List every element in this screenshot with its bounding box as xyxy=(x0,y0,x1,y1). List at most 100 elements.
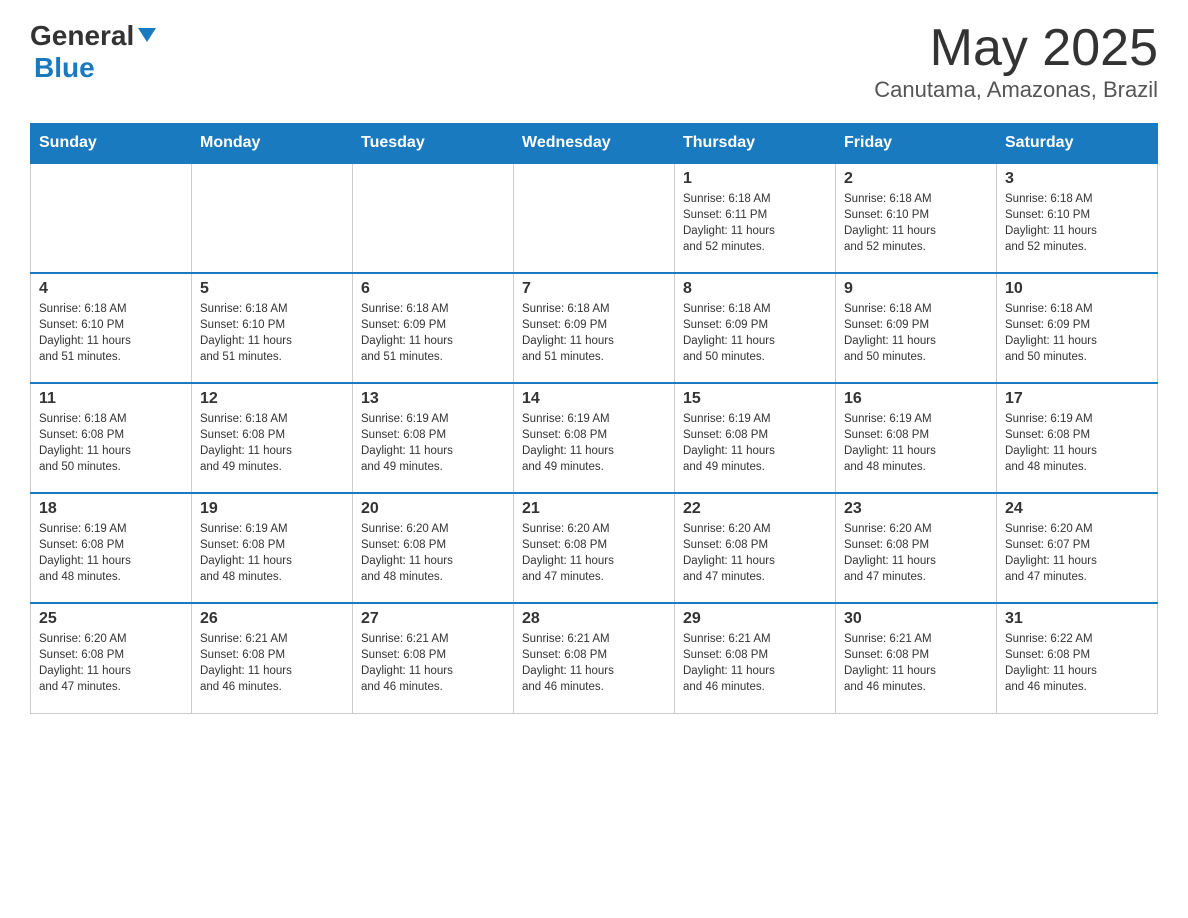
day-number: 15 xyxy=(683,390,827,408)
calendar-week-row: 4 Sunrise: 6:18 AM Sunset: 6:10 PM Daylig… xyxy=(31,273,1158,383)
calendar-cell xyxy=(192,163,353,273)
calendar-header: SundayMondayTuesdayWednesdayThursdayFrid… xyxy=(31,124,1158,164)
day-number: 22 xyxy=(683,500,827,518)
calendar-cell: 6 Sunrise: 6:18 AM Sunset: 6:09 PM Daylig… xyxy=(353,273,514,383)
day-number: 24 xyxy=(1005,500,1149,518)
day-info: Sunrise: 6:18 AM Sunset: 6:09 PM Dayligh… xyxy=(844,301,988,365)
day-of-week-header: Tuesday xyxy=(353,124,514,164)
day-info: Sunrise: 6:20 AM Sunset: 6:08 PM Dayligh… xyxy=(844,521,988,585)
calendar-cell: 21Sunrise: 6:20 AM Sunset: 6:08 PM Dayli… xyxy=(514,493,675,603)
calendar-cell: 28 Sunrise: 6:21 AM Sunset: 6:08 PM Dayli… xyxy=(514,603,675,713)
day-number: 18 xyxy=(39,500,183,518)
calendar-cell: 18 Sunrise: 6:19 AM Sunset: 6:08 PM Dayli… xyxy=(31,493,192,603)
day-number: 3 xyxy=(1005,170,1149,188)
day-info: Sunrise: 6:22 AM Sunset: 6:08 PM Dayligh… xyxy=(1005,631,1149,695)
day-of-week-header: Friday xyxy=(836,124,997,164)
day-number: 16 xyxy=(844,390,988,408)
calendar-cell: 7 Sunrise: 6:18 AM Sunset: 6:09 PM Daylig… xyxy=(514,273,675,383)
day-number: 4 xyxy=(39,280,183,298)
calendar-cell xyxy=(31,163,192,273)
day-info: Sunrise: 6:21 AM Sunset: 6:08 PM Dayligh… xyxy=(683,631,827,695)
calendar-cell: 14Sunrise: 6:19 AM Sunset: 6:08 PM Dayli… xyxy=(514,383,675,493)
calendar-cell: 20 Sunrise: 6:20 AM Sunset: 6:08 PM Dayli… xyxy=(353,493,514,603)
day-of-week-header: Wednesday xyxy=(514,124,675,164)
day-number: 5 xyxy=(200,280,344,298)
day-number: 1 xyxy=(683,170,827,188)
day-info: Sunrise: 6:21 AM Sunset: 6:08 PM Dayligh… xyxy=(200,631,344,695)
days-of-week-row: SundayMondayTuesdayWednesdayThursdayFrid… xyxy=(31,124,1158,164)
calendar-cell: 25Sunrise: 6:20 AM Sunset: 6:08 PM Dayli… xyxy=(31,603,192,713)
day-number: 8 xyxy=(683,280,827,298)
day-of-week-header: Saturday xyxy=(997,124,1158,164)
calendar-cell: 10Sunrise: 6:18 AM Sunset: 6:09 PM Dayli… xyxy=(997,273,1158,383)
day-info: Sunrise: 6:19 AM Sunset: 6:08 PM Dayligh… xyxy=(39,521,183,585)
day-info: Sunrise: 6:18 AM Sunset: 6:09 PM Dayligh… xyxy=(361,301,505,365)
day-number: 17 xyxy=(1005,390,1149,408)
day-info: Sunrise: 6:19 AM Sunset: 6:08 PM Dayligh… xyxy=(683,411,827,475)
day-info: Sunrise: 6:18 AM Sunset: 6:10 PM Dayligh… xyxy=(200,301,344,365)
day-number: 29 xyxy=(683,610,827,628)
calendar-cell: 5 Sunrise: 6:18 AM Sunset: 6:10 PM Daylig… xyxy=(192,273,353,383)
title-block: May 2025 Canutama, Amazonas, Brazil xyxy=(874,20,1158,103)
calendar-cell: 31Sunrise: 6:22 AM Sunset: 6:08 PM Dayli… xyxy=(997,603,1158,713)
day-number: 20 xyxy=(361,500,505,518)
day-info: Sunrise: 6:18 AM Sunset: 6:09 PM Dayligh… xyxy=(683,301,827,365)
calendar-cell: 29 Sunrise: 6:21 AM Sunset: 6:08 PM Dayli… xyxy=(675,603,836,713)
day-of-week-header: Thursday xyxy=(675,124,836,164)
day-number: 28 xyxy=(522,610,666,628)
day-number: 26 xyxy=(200,610,344,628)
calendar-cell xyxy=(514,163,675,273)
day-info: Sunrise: 6:19 AM Sunset: 6:08 PM Dayligh… xyxy=(1005,411,1149,475)
day-info: Sunrise: 6:19 AM Sunset: 6:08 PM Dayligh… xyxy=(844,411,988,475)
calendar-cell: 16 Sunrise: 6:19 AM Sunset: 6:08 PM Dayli… xyxy=(836,383,997,493)
day-number: 7 xyxy=(522,280,666,298)
day-info: Sunrise: 6:18 AM Sunset: 6:09 PM Dayligh… xyxy=(1005,301,1149,365)
calendar-cell: 26 Sunrise: 6:21 AM Sunset: 6:08 PM Dayli… xyxy=(192,603,353,713)
logo-general-text: General xyxy=(30,20,134,52)
calendar-week-row: 18 Sunrise: 6:19 AM Sunset: 6:08 PM Dayli… xyxy=(31,493,1158,603)
day-number: 30 xyxy=(844,610,988,628)
calendar-cell: 12 Sunrise: 6:18 AM Sunset: 6:08 PM Dayli… xyxy=(192,383,353,493)
calendar-week-row: 11 Sunrise: 6:18 AM Sunset: 6:08 PM Dayli… xyxy=(31,383,1158,493)
calendar-cell: 30 Sunrise: 6:21 AM Sunset: 6:08 PM Dayli… xyxy=(836,603,997,713)
day-number: 12 xyxy=(200,390,344,408)
calendar-cell: 11Sunrise: 6:18 AM Sunset: 6:08 PM Dayli… xyxy=(31,383,192,493)
calendar-cell: 4 Sunrise: 6:18 AM Sunset: 6:10 PM Daylig… xyxy=(31,273,192,383)
day-info: Sunrise: 6:18 AM Sunset: 6:08 PM Dayligh… xyxy=(200,411,344,475)
calendar-week-row: 25Sunrise: 6:20 AM Sunset: 6:08 PM Dayli… xyxy=(31,603,1158,713)
calendar-cell: 2Sunrise: 6:18 AM Sunset: 6:10 PM Daylig… xyxy=(836,163,997,273)
calendar-table: SundayMondayTuesdayWednesdayThursdayFrid… xyxy=(30,123,1158,714)
location-title: Canutama, Amazonas, Brazil xyxy=(874,77,1158,103)
calendar-cell: 3 Sunrise: 6:18 AM Sunset: 6:10 PM Daylig… xyxy=(997,163,1158,273)
day-number: 27 xyxy=(361,610,505,628)
calendar-cell: 22Sunrise: 6:20 AM Sunset: 6:08 PM Dayli… xyxy=(675,493,836,603)
day-number: 13 xyxy=(361,390,505,408)
day-number: 21 xyxy=(522,500,666,518)
day-info: Sunrise: 6:20 AM Sunset: 6:08 PM Dayligh… xyxy=(361,521,505,585)
logo: General Blue xyxy=(30,20,156,84)
page-header: General Blue May 2025 Canutama, Amazonas… xyxy=(30,20,1158,103)
logo-blue-text: Blue xyxy=(34,52,95,83)
calendar-cell: 13Sunrise: 6:19 AM Sunset: 6:08 PM Dayli… xyxy=(353,383,514,493)
day-of-week-header: Monday xyxy=(192,124,353,164)
day-info: Sunrise: 6:21 AM Sunset: 6:08 PM Dayligh… xyxy=(844,631,988,695)
day-info: Sunrise: 6:20 AM Sunset: 6:07 PM Dayligh… xyxy=(1005,521,1149,585)
calendar-cell xyxy=(353,163,514,273)
calendar-cell: 1Sunrise: 6:18 AM Sunset: 6:11 PM Daylig… xyxy=(675,163,836,273)
logo-arrow-icon xyxy=(138,28,156,47)
day-info: Sunrise: 6:18 AM Sunset: 6:10 PM Dayligh… xyxy=(1005,191,1149,255)
day-number: 19 xyxy=(200,500,344,518)
day-number: 14 xyxy=(522,390,666,408)
day-info: Sunrise: 6:18 AM Sunset: 6:10 PM Dayligh… xyxy=(844,191,988,255)
day-info: Sunrise: 6:18 AM Sunset: 6:09 PM Dayligh… xyxy=(522,301,666,365)
day-of-week-header: Sunday xyxy=(31,124,192,164)
day-number: 11 xyxy=(39,390,183,408)
day-number: 9 xyxy=(844,280,988,298)
day-number: 23 xyxy=(844,500,988,518)
day-info: Sunrise: 6:21 AM Sunset: 6:08 PM Dayligh… xyxy=(522,631,666,695)
calendar-cell: 27Sunrise: 6:21 AM Sunset: 6:08 PM Dayli… xyxy=(353,603,514,713)
month-title: May 2025 xyxy=(874,20,1158,77)
calendar-cell: 9 Sunrise: 6:18 AM Sunset: 6:09 PM Daylig… xyxy=(836,273,997,383)
day-number: 6 xyxy=(361,280,505,298)
day-info: Sunrise: 6:18 AM Sunset: 6:10 PM Dayligh… xyxy=(39,301,183,365)
